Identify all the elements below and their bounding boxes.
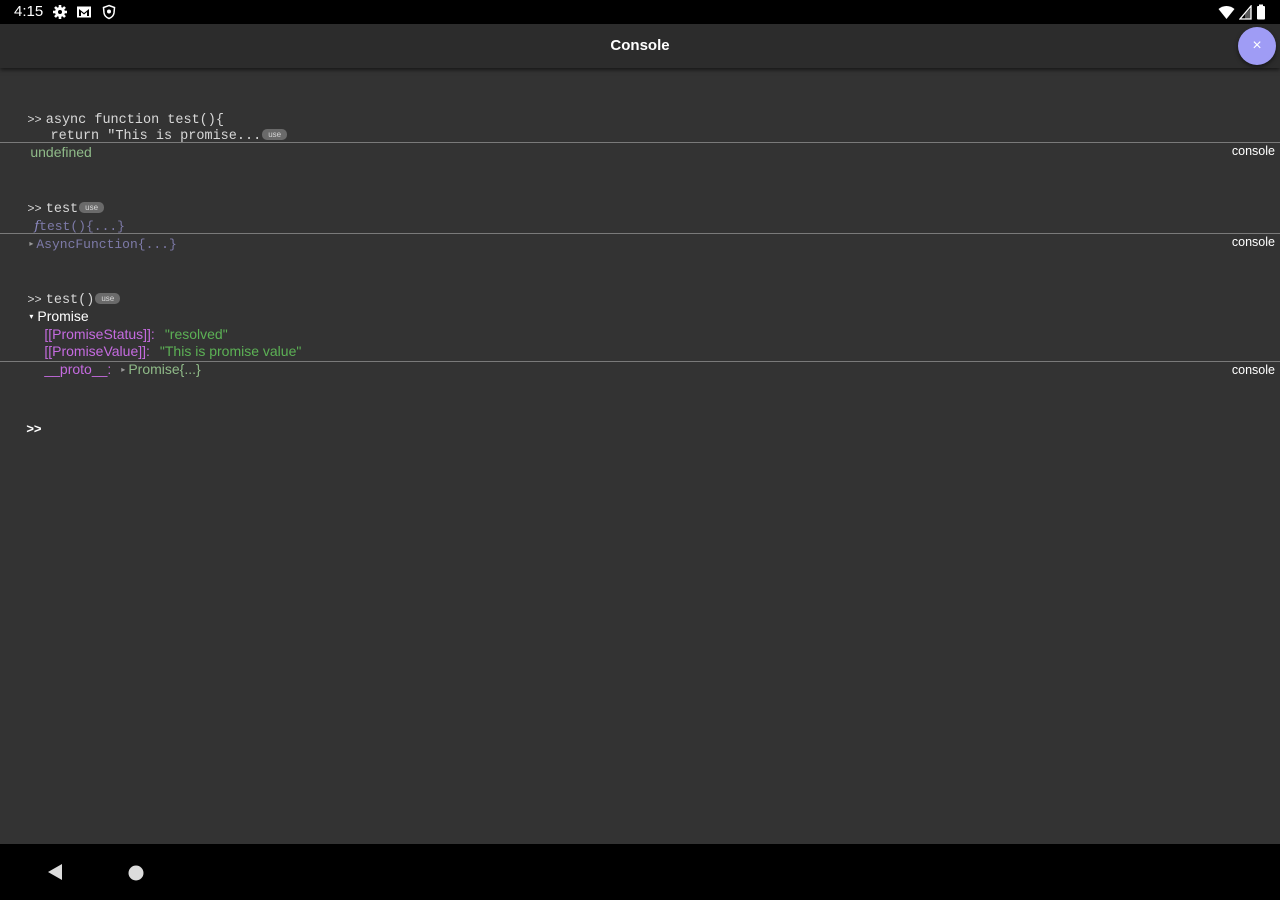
status-time: 4:15 bbox=[14, 3, 44, 20]
battery-icon bbox=[1257, 4, 1265, 20]
close-button[interactable]: × bbox=[1238, 27, 1276, 65]
app-header: Console bbox=[0, 24, 1280, 68]
shield-icon bbox=[102, 4, 116, 20]
page-title: Console bbox=[610, 37, 670, 54]
cell-signal-icon bbox=[1239, 4, 1252, 20]
expand-triangle-icon[interactable]: ▸ bbox=[29, 239, 33, 248]
home-icon[interactable] bbox=[128, 865, 144, 881]
entry-divider bbox=[0, 233, 1280, 234]
promise-property: __proto__: ▸ Promise{...} bbox=[24, 340, 201, 397]
use-button[interactable]: use bbox=[95, 293, 121, 304]
result-value: undefined bbox=[30, 144, 92, 160]
gear-icon bbox=[53, 5, 67, 19]
entry-divider bbox=[0, 361, 1280, 362]
console-tag: console bbox=[1231, 235, 1275, 249]
property-key: __proto__: bbox=[44, 361, 112, 377]
console-tag: console bbox=[1231, 363, 1275, 377]
gmail-icon bbox=[77, 6, 91, 18]
proto-expander[interactable]: ▸ AsyncFunction{...} bbox=[9, 214, 177, 271]
console-output[interactable]: >> async function test(){ return "This is… bbox=[0, 68, 1280, 844]
console-result: undefined bbox=[10, 123, 92, 180]
expand-triangle-icon[interactable]: ▸ bbox=[121, 365, 125, 374]
use-button[interactable]: use bbox=[262, 129, 288, 140]
status-bar: 4:15 bbox=[0, 0, 1280, 24]
console-input[interactable]: >> bbox=[6, 399, 48, 457]
input-prompt-symbol: >> bbox=[26, 421, 42, 436]
navigation-bar bbox=[0, 844, 1280, 900]
wifi-icon bbox=[1218, 5, 1235, 19]
entry-divider bbox=[0, 142, 1280, 143]
proto-value: AsyncFunction{...} bbox=[36, 237, 177, 252]
property-value: Promise{...} bbox=[128, 361, 201, 377]
back-icon[interactable] bbox=[47, 863, 63, 881]
console-tag: console bbox=[1231, 144, 1275, 158]
